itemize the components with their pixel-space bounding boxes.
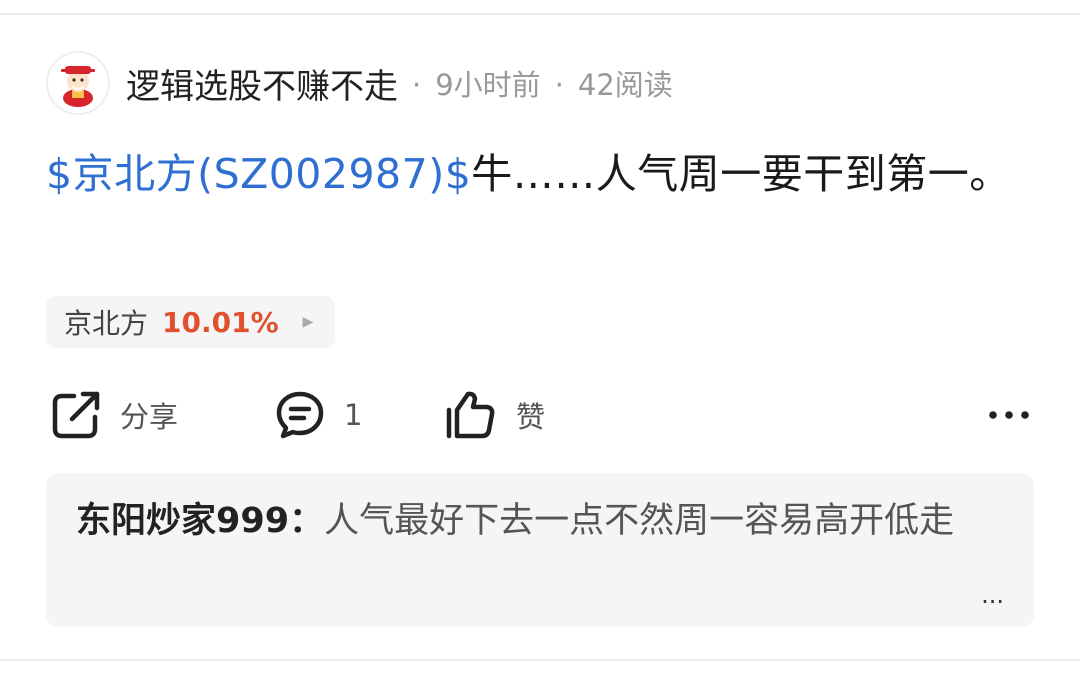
post-text: 牛……人气周一要干到第一。 (471, 150, 1011, 198)
like-label: 赞 (516, 400, 546, 434)
more-icon (989, 411, 1029, 419)
comment-button[interactable]: 1 (274, 385, 362, 445)
comment-more-indicator[interactable]: ... (981, 581, 1004, 609)
post-body: $京北方(SZ002987)$牛……人气周一要干到第一。 (46, 142, 1036, 206)
read-count: 42阅读 (577, 68, 673, 102)
avatar-icon (61, 66, 95, 107)
thumbs-up-icon (446, 391, 495, 439)
stock-chip-change: 10.01% (162, 305, 279, 339)
share-icon (52, 391, 100, 439)
stock-chip[interactable]: 京北方 10.01% ▶ (46, 296, 336, 348)
chevron-right-icon: ▶ (302, 314, 314, 330)
share-button[interactable]: 分享 (50, 385, 178, 445)
post-time: 9小时前 (435, 68, 541, 102)
comment-text-block: 东阳炒家999：人气最好下去一点不然周一容易高开低走 (76, 493, 956, 549)
avatar[interactable] (46, 51, 110, 115)
action-bar: 分享 1 赞 (46, 385, 1036, 445)
top-divider (0, 13, 1080, 15)
share-label: 分享 (120, 400, 179, 434)
bottom-divider (0, 659, 1080, 661)
like-button[interactable]: 赞 (444, 385, 545, 445)
stock-mention-link[interactable]: $京北方(SZ002987)$ (46, 150, 471, 198)
stock-chip-name: 京北方 (64, 307, 149, 340)
post-header: 逻辑选股不赚不走 · 9小时前 · 42阅读 (46, 50, 673, 116)
author-name[interactable]: 逻辑选股不赚不走 (126, 59, 398, 108)
comment-author[interactable]: 东阳炒家999： (76, 501, 324, 541)
comment-content: 人气最好下去一点不然周一容易高开低走 (324, 501, 955, 541)
meta-separator: · (554, 68, 564, 102)
comment-preview[interactable]: 东阳炒家999：人气最好下去一点不然周一容易高开低走 ... (46, 473, 1034, 627)
post-meta: · 9小时前 · 42阅读 (398, 62, 673, 104)
meta-separator: · (412, 68, 422, 102)
comment-count: 1 (344, 398, 363, 432)
comment-icon (276, 391, 324, 439)
more-options-button[interactable] (988, 385, 1030, 445)
